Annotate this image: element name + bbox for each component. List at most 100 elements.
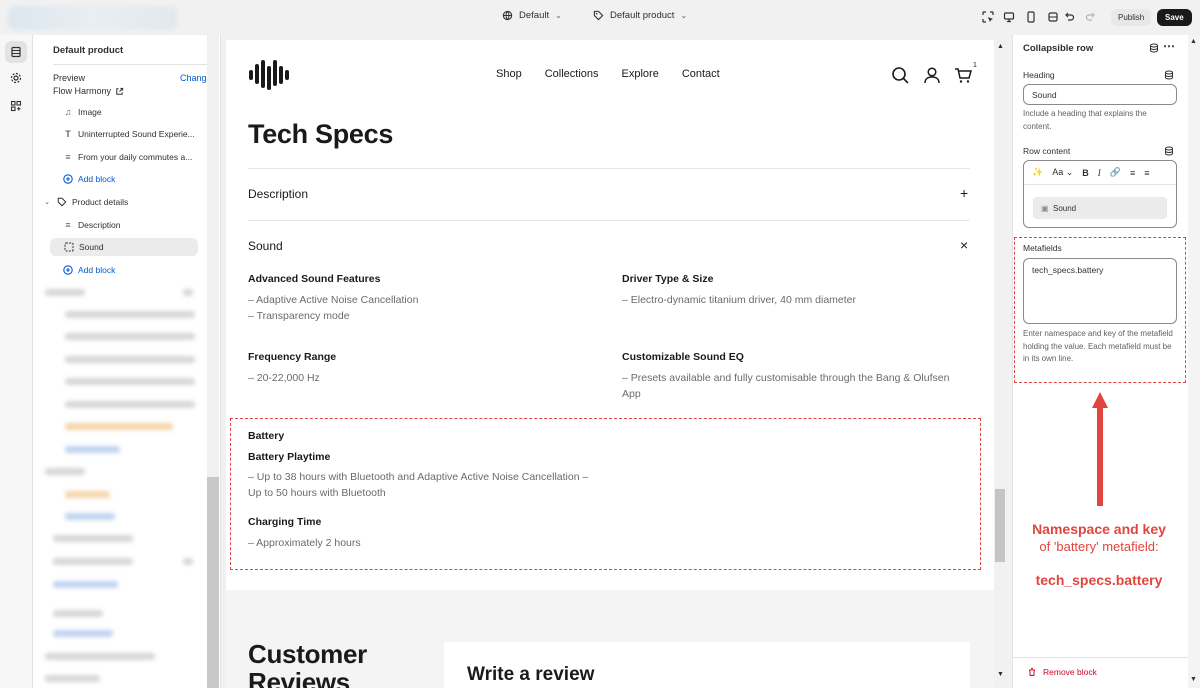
nav-explore[interactable]: Explore [622,68,659,80]
divider [1013,657,1189,658]
spec-text: App [622,388,641,400]
annotation-text: Namespace and key of 'battery' metafield… [1024,521,1174,555]
heading-input[interactable]: Sound [1023,84,1177,105]
row-content-editor[interactable]: ✨ Aa ⌄ B I 🔗 ≡ ≡ ▣ Sound [1023,160,1177,228]
theme-selector[interactable]: Default ⌄ [502,10,562,21]
annotation-key: tech_specs.battery [1035,572,1163,588]
sidebar-title: Default product [53,45,124,56]
add-circle-icon [63,174,73,184]
fullscreen-icon[interactable] [1044,8,1062,26]
template-selector[interactable]: Default product ⌄ [593,10,687,21]
database-icon[interactable] [1164,70,1174,80]
sidebar-item-label: Sound [79,242,104,252]
sidebar-item-paragraph[interactable]: ≡ From your daily commutes a... [63,148,192,166]
scroll-up-icon[interactable]: ▲ [1190,38,1197,45]
annotation-line: of 'battery' metafield: [1039,539,1159,554]
sidebar-item-description[interactable]: ≡ Description [63,216,121,234]
sidebar-item-label: Uninterrupted Sound Experie... [78,129,195,139]
add-block-button[interactable]: Add block [63,261,115,279]
magic-icon[interactable]: ✨ [1032,167,1043,178]
desktop-icon[interactable] [1000,8,1018,26]
more-options-icon[interactable]: ⋯ [1163,39,1175,53]
remove-block-button[interactable]: Remove block [1027,667,1097,677]
search-icon[interactable] [891,66,909,84]
inspector-icon[interactable] [981,10,995,24]
add-block-label: Add block [78,174,116,184]
globe-icon [502,10,513,21]
nav-collections[interactable]: Collections [545,68,599,80]
save-button[interactable]: Save [1157,9,1192,26]
accordion-sound[interactable]: Sound [248,239,283,253]
metafields-textarea[interactable]: tech_specs.battery [1023,258,1177,324]
database-icon[interactable] [1164,146,1174,156]
close-icon[interactable]: × [960,237,968,253]
customer-reviews-title: Customer Reviews [248,640,367,688]
dynamic-source-chip[interactable]: ▣ Sound [1033,197,1167,219]
paragraph-icon: ≡ [65,152,71,162]
numbered-list-icon[interactable]: ≡ [1144,168,1149,178]
mobile-icon[interactable] [1022,8,1040,26]
cart-icon[interactable] [954,66,972,84]
external-link-icon [116,87,124,95]
block-settings-panel: Collapsible row ⋯ Heading Sound Include … [1012,35,1189,688]
spec-heading: Battery Playtime [248,451,331,463]
tag-icon [593,10,604,21]
text-icon: T [65,129,71,139]
sidebar-item-label: Image [78,107,102,117]
undo-icon[interactable] [1062,10,1076,24]
italic-icon[interactable]: I [1098,168,1101,178]
sidebar-scrollbar[interactable] [207,477,219,688]
chevron-down-icon: ⌄ [44,199,50,206]
spec-heading: Charging Time [248,516,322,528]
nav-contact[interactable]: Contact [682,68,720,80]
sidebar-item-sound[interactable]: Sound [50,238,198,256]
sidebar-item-heading-text[interactable]: T Uninterrupted Sound Experie... [63,125,195,143]
accordion-description[interactable]: Description [248,187,308,201]
metafields-help-text: Enter namespace and key of the metafield… [1023,329,1173,363]
annotation-line: Namespace and key [1032,521,1166,537]
device-switcher [1000,8,1064,26]
expand-plus-icon[interactable]: + [960,185,968,201]
preview-label: Preview [53,73,86,83]
store-preview: Shop Collections Explore Contact 1 Tech … [226,40,994,688]
sections-sidebar: Default product Preview Change Flow Harm… [33,35,221,688]
sidebar-item-image[interactable]: ♫ Image [63,103,102,121]
font-size-icon[interactable]: Aa ⌄ [1052,167,1073,178]
reviews-title-line: Reviews [248,667,350,688]
sidebar-item-label: Description [78,220,121,230]
scroll-down-icon[interactable]: ▼ [997,671,1004,678]
settings-gear-icon[interactable] [5,67,27,89]
battery-heading: Battery [248,430,285,442]
preview-product[interactable]: Flow Harmony [53,86,124,96]
write-review-card[interactable]: Write a review [444,642,970,688]
sections-icon[interactable] [5,41,27,63]
database-icon[interactable] [1149,43,1159,53]
spec-heading: Customizable Sound EQ [622,351,744,363]
bold-icon[interactable]: B [1082,168,1089,178]
account-icon[interactable] [923,66,941,84]
main-nav: Shop Collections Explore Contact [496,68,720,80]
bullet-list-icon[interactable]: ≡ [1130,168,1135,178]
preview-scrollbar[interactable] [995,489,1005,562]
spec-heading: Frequency Range [248,351,337,363]
spec-text: – 20-22,000 Hz [248,372,320,384]
heading-help-text: Include a heading that explains the cont… [1023,109,1147,131]
tech-specs-title: Tech Specs [248,119,394,149]
publish-button[interactable]: Publish [1111,9,1152,26]
sidebar-item-label: Product details [72,197,129,207]
apps-icon[interactable] [5,95,27,117]
cart-count: 1 [973,62,977,69]
add-circle-icon [63,265,73,275]
scroll-up-icon[interactable]: ▲ [997,43,1004,50]
left-rail [0,35,33,688]
link-icon[interactable]: 🔗 [1110,167,1121,178]
heading-label: Heading [1023,70,1055,80]
scroll-down-icon[interactable]: ▼ [1190,676,1197,683]
nav-shop[interactable]: Shop [496,68,522,80]
add-block-button[interactable]: Add block [63,170,115,188]
redo-icon[interactable] [1084,10,1098,24]
panel-title: Collapsible row [1023,43,1094,54]
store-header: Shop Collections Explore Contact 1 [226,40,994,105]
sidebar-item-product-details[interactable]: ⌄ Product details [42,193,128,211]
panel-scrollbar-track [1188,35,1200,688]
